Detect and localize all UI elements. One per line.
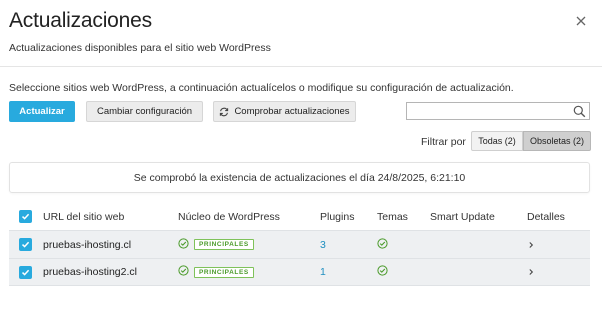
change-config-button[interactable]: Cambiar configuración	[86, 101, 203, 122]
row-checkbox[interactable]	[19, 265, 32, 279]
chevron-right-icon[interactable]	[527, 268, 535, 276]
site-url: pruebas-ihosting2.cl	[43, 266, 137, 278]
table-row: pruebas-ihosting2.cl PRINCIPALES 1	[9, 258, 590, 286]
check-circle-icon	[377, 237, 388, 252]
check-updates-label: Comprobar actualizaciones	[234, 106, 350, 117]
checkmark-icon	[21, 213, 30, 220]
site-url: pruebas-ihosting.cl	[43, 238, 132, 251]
status-message: Se comprobó la existencia de actualizaci…	[9, 162, 590, 193]
check-circle-icon	[178, 265, 189, 279]
col-header-smart-update: Smart Update	[430, 210, 495, 223]
filter-label: Filtrar por	[421, 136, 466, 148]
filter-obsolete-button[interactable]: Obsoletas (2)	[523, 131, 591, 151]
col-header-themes: Temas	[377, 210, 408, 223]
table-header: URL del sitio web Núcleo de WordPress Pl…	[9, 203, 590, 230]
updates-table: URL del sitio web Núcleo de WordPress Pl…	[9, 203, 590, 286]
check-updates-button[interactable]: Comprobar actualizaciones	[213, 101, 356, 122]
row-checkbox[interactable]	[19, 238, 32, 251]
col-header-core: Núcleo de WordPress	[178, 210, 280, 223]
update-button[interactable]: Actualizar	[9, 101, 75, 122]
close-icon	[576, 16, 586, 26]
checkmark-icon	[21, 241, 30, 248]
table-row: pruebas-ihosting.cl PRINCIPALES 3	[9, 230, 590, 258]
core-update-badge: PRINCIPALES	[194, 266, 254, 278]
plugins-count-link[interactable]: 3	[320, 231, 326, 258]
dialog-title: Actualizaciones	[9, 9, 152, 32]
search-box	[406, 102, 590, 123]
search-icon[interactable]	[573, 105, 586, 123]
header-divider	[0, 66, 602, 67]
dialog-subtitle: Actualizaciones disponibles para el siti…	[9, 42, 271, 54]
checkmark-icon	[21, 269, 30, 276]
filter-all-button[interactable]: Todas (2)	[471, 131, 523, 151]
close-button[interactable]	[574, 14, 588, 28]
col-header-plugins: Plugins	[320, 210, 355, 223]
instructions-text: Seleccione sitios web WordPress, a conti…	[9, 82, 514, 94]
plugins-count-link[interactable]: 1	[320, 259, 326, 285]
refresh-icon	[219, 107, 229, 117]
core-update-badge: PRINCIPALES	[194, 239, 254, 250]
col-header-url[interactable]: URL del sitio web	[43, 203, 124, 230]
chevron-right-icon[interactable]	[527, 241, 535, 249]
search-input[interactable]	[407, 105, 567, 122]
check-circle-icon	[178, 237, 189, 252]
check-circle-icon	[377, 265, 388, 279]
select-all-checkbox[interactable]	[19, 210, 32, 223]
col-header-details: Detalles	[527, 210, 565, 223]
